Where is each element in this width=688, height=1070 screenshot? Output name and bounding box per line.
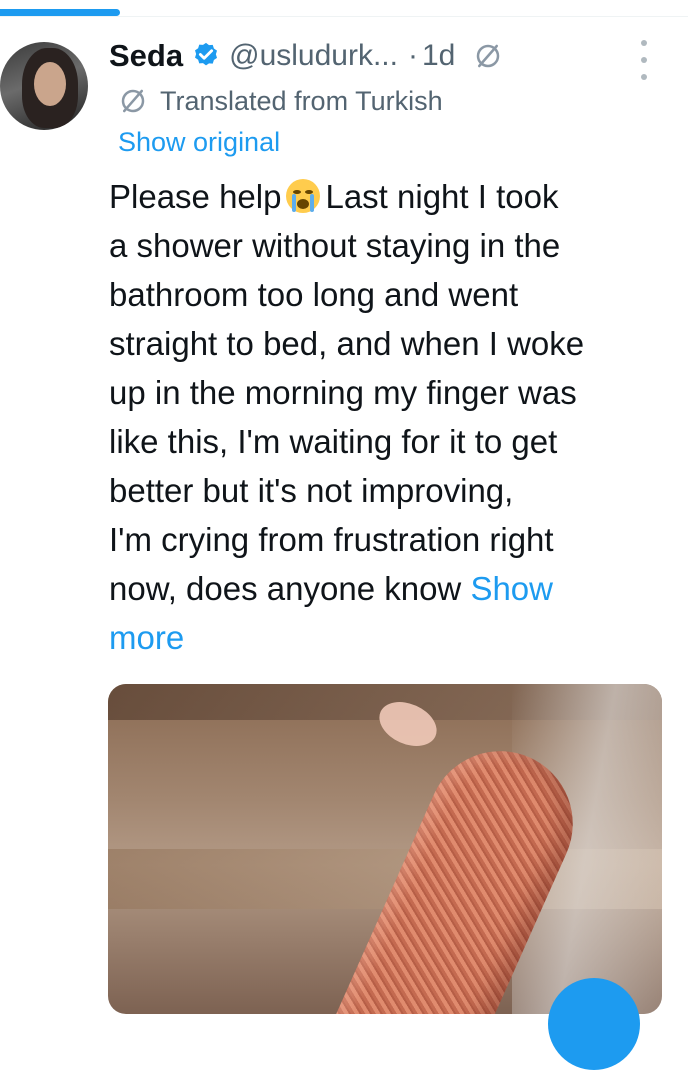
more-options-icon[interactable] xyxy=(634,40,654,80)
tweet-text-segment: Please help xyxy=(109,178,282,215)
verified-badge-icon xyxy=(195,42,218,66)
more-dot xyxy=(641,74,647,80)
more-dot xyxy=(641,57,647,63)
separator-dot: · xyxy=(407,39,418,72)
tweet-text-line: up in the morning my finger was xyxy=(109,374,577,411)
progress-track xyxy=(0,16,688,17)
top-bar xyxy=(0,0,688,20)
avatar[interactable] xyxy=(0,42,88,130)
tweet-text-line: like this, I'm waiting for it to get xyxy=(109,423,558,460)
tweet-text-line: Please help Last night I took xyxy=(109,172,669,221)
tweet-text-line: I'm crying from frustration right xyxy=(109,521,554,558)
show-more-link[interactable]: Show xyxy=(470,570,553,607)
translation-notice: Translated from Turkish xyxy=(118,84,443,118)
tweet-time[interactable]: 1d xyxy=(422,39,455,73)
loading-progress-bar xyxy=(0,9,121,16)
loudly-crying-face-icon xyxy=(286,179,321,213)
tweet-text-line: straight to bed, and when I woke xyxy=(109,325,585,362)
tweet-text: Please help Last night I took a shower wi… xyxy=(109,172,669,662)
tweet-text-line: a shower without staying in the xyxy=(109,227,561,264)
tweet-text-line: bathroom too long and went xyxy=(109,276,519,313)
tweet-media-image[interactable] xyxy=(108,684,662,1014)
show-original-link[interactable]: Show original xyxy=(118,127,280,158)
tweet-text-line: better but it's not improving, xyxy=(109,472,514,509)
avatar-face xyxy=(34,62,66,106)
author-name[interactable]: Seda xyxy=(109,38,183,74)
tweet-text-segment: now, does anyone know xyxy=(109,570,462,607)
compose-button[interactable] xyxy=(548,978,640,1070)
tweet-text-segment: Last night I took xyxy=(325,178,559,215)
author-handle[interactable]: @usludurk... xyxy=(229,39,398,73)
tweet-text-line: now, does anyone know Show xyxy=(109,564,669,613)
more-dot xyxy=(641,40,647,46)
translated-from-label: Translated from Turkish xyxy=(160,85,443,116)
translate-icon xyxy=(477,44,500,68)
show-more-link-continued[interactable]: more xyxy=(109,613,669,662)
tweet-header: Seda @usludurk... · 1d xyxy=(109,34,503,78)
translate-icon xyxy=(121,89,145,113)
